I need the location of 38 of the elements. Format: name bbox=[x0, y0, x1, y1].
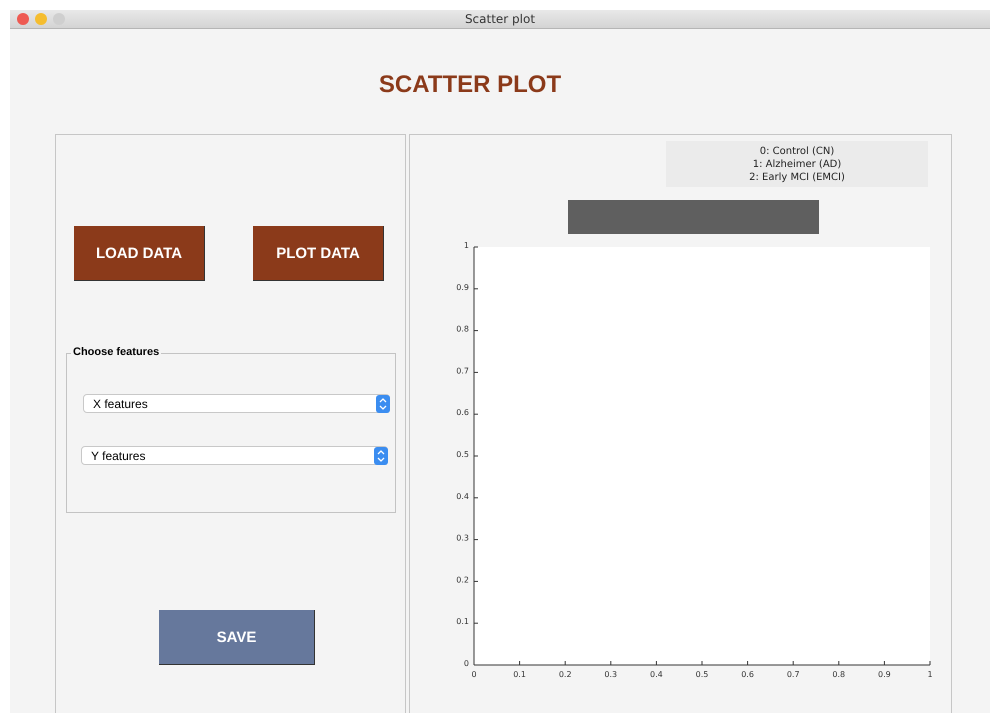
y-tick-label: 0.4 bbox=[456, 492, 469, 501]
y-tick-label: 0.3 bbox=[456, 534, 469, 543]
x-tick-label: 0.9 bbox=[878, 670, 891, 679]
y-tick-label: 0.5 bbox=[456, 450, 469, 459]
save-button[interactable]: SAVE bbox=[159, 610, 315, 665]
stepper-icon bbox=[376, 394, 390, 412]
x-tick-label: 0.2 bbox=[558, 670, 572, 679]
stepper-icon bbox=[374, 446, 388, 464]
action-button[interactable]: PLOT DATA bbox=[253, 226, 384, 281]
y-tick-label: 0 bbox=[464, 659, 469, 668]
window-title: Scatter plot bbox=[464, 12, 536, 26]
y-tick-label: 0.1 bbox=[456, 617, 469, 626]
minimize-icon[interactable] bbox=[35, 13, 47, 25]
x-tick-label: 0.6 bbox=[741, 670, 754, 679]
y-tick-label: 0.7 bbox=[456, 366, 469, 376]
legend-entry: 1: Alzheimer (AD) bbox=[752, 158, 842, 170]
x-tick-label: 0 bbox=[471, 670, 477, 679]
page-heading: SCATTER PLOT bbox=[378, 71, 562, 100]
x-tick-label: 0.7 bbox=[786, 670, 800, 679]
x-tick-label: 0.4 bbox=[650, 670, 663, 679]
group-title: Choose features bbox=[71, 346, 162, 358]
legend-entry: 0: Control (CN) bbox=[760, 144, 834, 158]
action-button[interactable]: LOAD DATA bbox=[74, 226, 205, 281]
y-tick-label: 0.8 bbox=[456, 324, 469, 334]
y-tick-label: 0.6 bbox=[456, 408, 469, 418]
y-tick-label: 0.9 bbox=[456, 282, 469, 292]
y-tick-label: 1 bbox=[464, 241, 469, 250]
legend-entry: 2: Early MCI (EMCI) bbox=[749, 170, 845, 184]
feature-dropdown[interactable]: X features bbox=[83, 394, 390, 413]
x-tick-label: 0.8 bbox=[832, 670, 846, 679]
x-tick-label: 0.1 bbox=[513, 670, 526, 679]
x-tick-label: 1 bbox=[927, 670, 933, 679]
x-tick-label: 0.3 bbox=[604, 670, 618, 679]
y-tick-label: 0.2 bbox=[456, 575, 469, 584]
close-icon[interactable] bbox=[17, 13, 29, 25]
zoom-icon[interactable] bbox=[53, 13, 65, 25]
x-tick-label: 0.5 bbox=[696, 670, 708, 679]
feature-dropdown[interactable]: Y features bbox=[81, 446, 388, 465]
